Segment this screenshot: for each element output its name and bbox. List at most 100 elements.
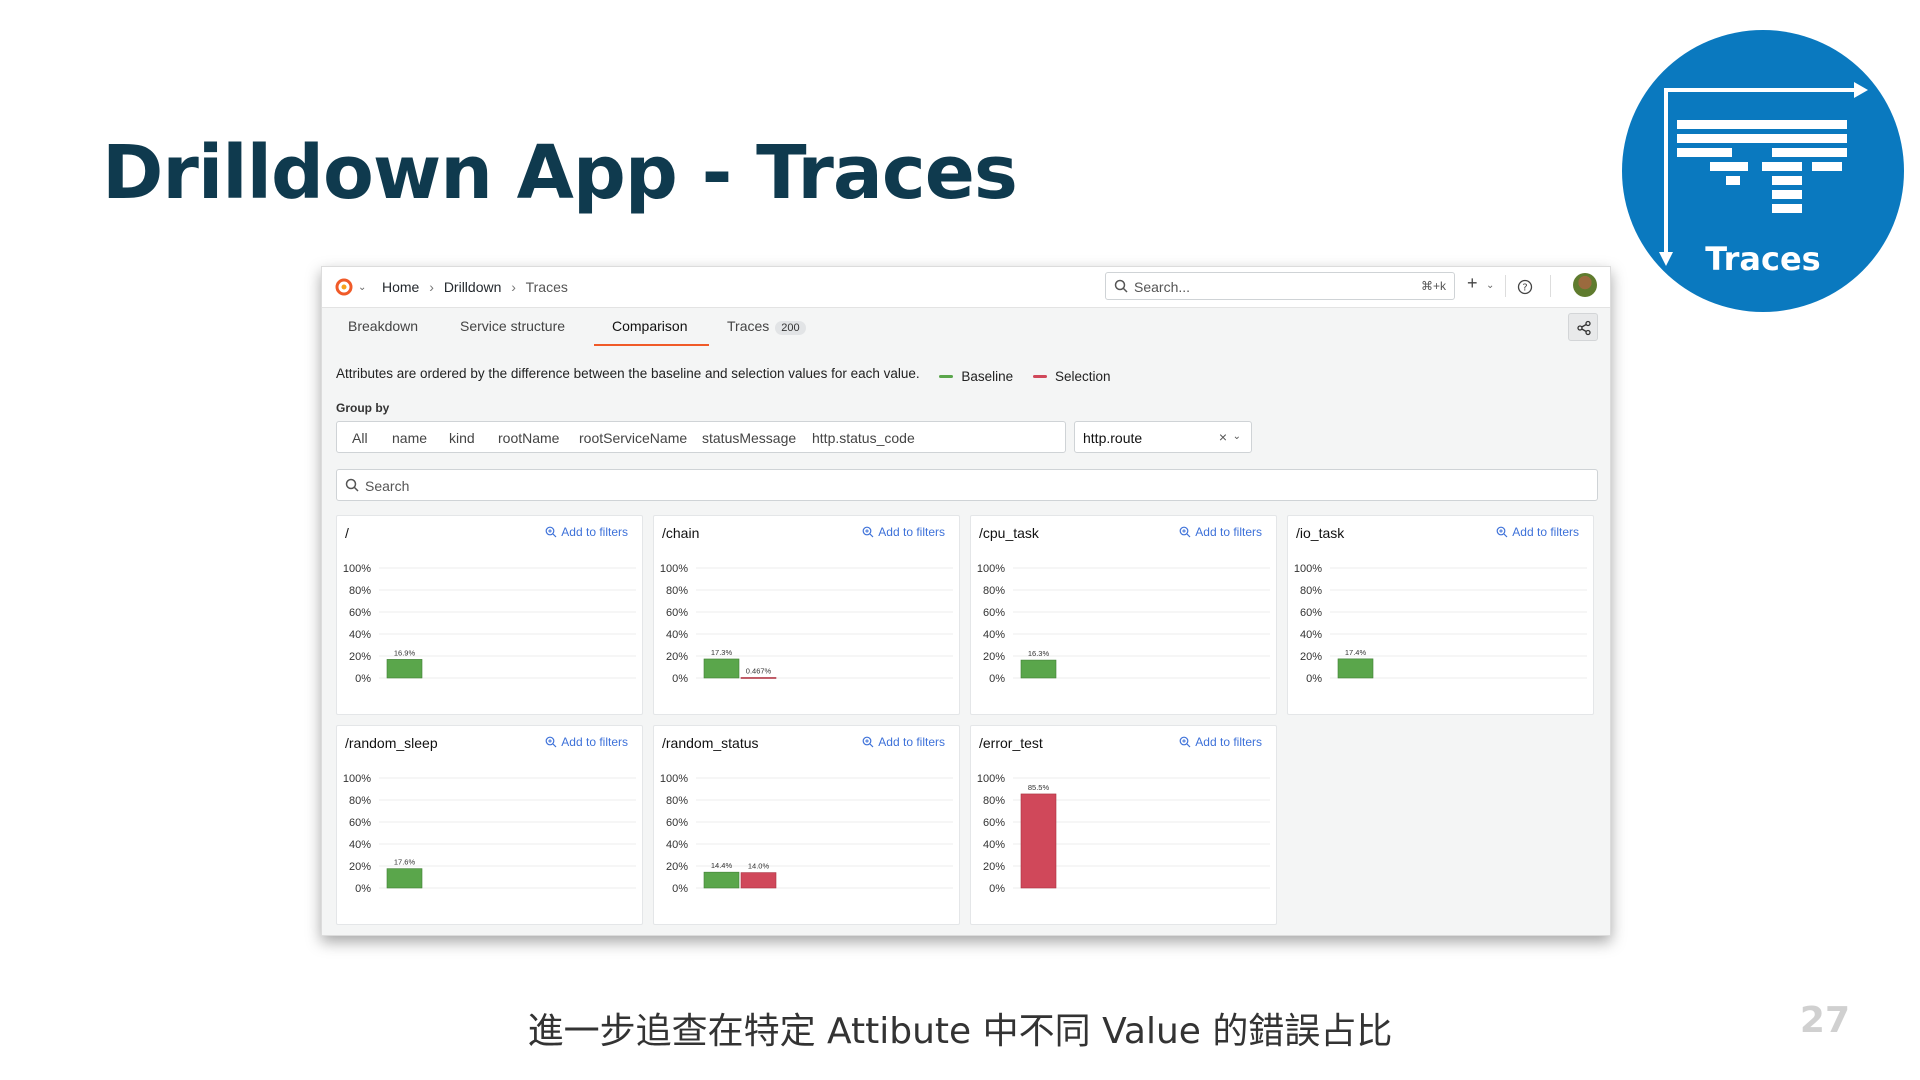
chevron-down-icon[interactable]: ⌄ [358, 282, 366, 293]
y-tick-label: 80% [983, 585, 1005, 597]
y-tick-label: 60% [666, 607, 688, 619]
zoom-in-icon [545, 526, 557, 538]
bar-value-label: 17.3% [711, 648, 733, 657]
baseline-bar[interactable] [703, 871, 740, 889]
y-tick-label: 100% [343, 773, 371, 785]
group-option-all[interactable]: All [352, 430, 368, 446]
comparison-panel: /error_test Add to filters 100% 80% 60% 40% 20… [970, 725, 1277, 925]
legend-selection: Selection [1032, 369, 1111, 384]
breadcrumb: Home › Drilldown › Traces [382, 279, 574, 295]
selection-bar[interactable] [1020, 793, 1057, 889]
tab-comparison[interactable]: Comparison [612, 318, 687, 334]
group-select-value: http.route [1083, 430, 1143, 446]
chevron-right-icon: › [429, 279, 434, 295]
clear-icon[interactable]: × [1219, 429, 1227, 445]
help-icon[interactable]: ? [1517, 279, 1533, 295]
chevron-down-icon[interactable]: ⌄ [1486, 280, 1494, 291]
comparison-panel: /cpu_task Add to filters 100% 80% 60% 40% 20% 0… [970, 515, 1277, 715]
y-tick-label: 60% [349, 607, 371, 619]
group-option-http-status-code[interactable]: http.status_code [812, 430, 915, 446]
panel-title: /random_status [662, 735, 759, 751]
divider [1550, 275, 1551, 297]
add-to-filters-button[interactable]: Add to filters [862, 525, 945, 539]
breadcrumb-home[interactable]: Home [382, 279, 419, 295]
group-option-rootname[interactable]: rootName [498, 430, 559, 446]
baseline-bar[interactable] [1337, 658, 1374, 679]
y-tick-label: 40% [1300, 629, 1322, 641]
bar-value-label: 16.3% [1028, 649, 1050, 658]
y-tick-label: 100% [977, 563, 1005, 575]
app-screenshot: ⌄ Home › Drilldown › Traces Search... ⌘+… [321, 266, 1611, 936]
add-new-icon[interactable]: + [1467, 273, 1478, 294]
search-icon [1114, 279, 1128, 293]
avatar[interactable] [1573, 273, 1597, 297]
panel-title: /io_task [1296, 525, 1345, 541]
baseline-bar[interactable] [1020, 659, 1057, 679]
y-tick-label: 20% [666, 861, 688, 873]
tab-service-structure[interactable]: Service structure [460, 318, 565, 334]
group-by-select[interactable]: http.route × ⌄ [1074, 421, 1252, 453]
chevron-down-icon[interactable]: ⌄ [1233, 431, 1241, 442]
add-to-filters-button[interactable]: Add to filters [1179, 525, 1262, 539]
y-tick-label: 100% [1294, 563, 1322, 575]
attribute-search-input[interactable]: Search [336, 469, 1598, 501]
comparison-panel: / Add to filters 100% 80% 60% 40% 20% 0% 16.9% [336, 515, 643, 715]
legend-baseline-label: Baseline [961, 369, 1014, 384]
y-tick-label: 20% [983, 861, 1005, 873]
bar-chart: 100% 80% 60% 40% 20% 0% 85.5% [977, 773, 1270, 895]
y-tick-label: 20% [983, 651, 1005, 663]
y-tick-label: 40% [666, 839, 688, 851]
tab-breakdown[interactable]: Breakdown [348, 318, 418, 334]
y-tick-label: 100% [343, 563, 371, 575]
group-option-rootservicename[interactable]: rootServiceName [579, 430, 687, 446]
selection-bar[interactable] [740, 677, 777, 679]
y-tick-label: 40% [983, 839, 1005, 851]
description-text: Attributes are ordered by the difference… [336, 366, 920, 381]
bar-value-label: 17.4% [1345, 648, 1367, 657]
search-icon [345, 478, 359, 492]
share-button[interactable] [1568, 313, 1598, 341]
search-placeholder: Search... [1134, 279, 1191, 295]
bar-value-label: 14.4% [711, 861, 733, 870]
tab-traces[interactable]: Traces 200 [727, 318, 806, 335]
y-tick-label: 80% [666, 795, 688, 807]
baseline-bar[interactable] [386, 659, 423, 679]
add-to-filters-button[interactable]: Add to filters [862, 735, 945, 749]
bar-chart: 100% 80% 60% 40% 20% 0% 17.3% 0.467% [660, 563, 953, 685]
add-to-filters-button[interactable]: Add to filters [1179, 735, 1262, 749]
bar-chart: 100% 80% 60% 40% 20% 0% 16.3% [977, 563, 1270, 685]
global-search-input[interactable]: Search... ⌘+k [1105, 272, 1455, 300]
add-to-filters-button[interactable]: Add to filters [1496, 525, 1579, 539]
panel-title: /cpu_task [979, 525, 1039, 541]
y-tick-label: 100% [660, 773, 688, 785]
bar-chart: 100% 80% 60% 40% 20% 0% 14.4% 14.0% [660, 773, 953, 895]
baseline-bar[interactable] [703, 658, 740, 679]
baseline-bar[interactable] [386, 868, 423, 889]
y-tick-label: 40% [349, 839, 371, 851]
y-tick-label: 60% [349, 817, 371, 829]
y-tick-label: 60% [666, 817, 688, 829]
bar-value-label: 0.467% [746, 666, 772, 675]
panel-title: /chain [662, 525, 700, 541]
y-tick-label: 80% [349, 795, 371, 807]
add-to-filters-label: Add to filters [561, 735, 628, 749]
add-to-filters-button[interactable]: Add to filters [545, 525, 628, 539]
group-option-kind[interactable]: kind [449, 430, 475, 446]
search-shortcut: ⌘+k [1420, 279, 1446, 293]
comparison-panel: /io_task Add to filters 100% 80% 60% 40% 20% 0%… [1287, 515, 1594, 715]
comparison-panel: /random_sleep Add to filters 100% 80% 60% 40%… [336, 725, 643, 925]
panel-title: /random_sleep [345, 735, 438, 751]
bar-chart: 100% 80% 60% 40% 20% 0% 17.4% [1294, 563, 1587, 685]
group-option-statusmessage[interactable]: statusMessage [702, 430, 796, 446]
breadcrumb-drilldown[interactable]: Drilldown [444, 279, 502, 295]
grafana-logo-icon[interactable] [334, 277, 354, 297]
add-to-filters-label: Add to filters [1195, 735, 1262, 749]
zoom-in-icon [862, 526, 874, 538]
logo-label: Traces [1705, 240, 1820, 278]
add-to-filters-button[interactable]: Add to filters [545, 735, 628, 749]
selection-bar[interactable] [740, 872, 777, 889]
bar-value-label: 17.6% [394, 858, 416, 867]
y-tick-label: 100% [977, 773, 1005, 785]
group-option-name[interactable]: name [392, 430, 427, 446]
zoom-in-icon [1496, 526, 1508, 538]
